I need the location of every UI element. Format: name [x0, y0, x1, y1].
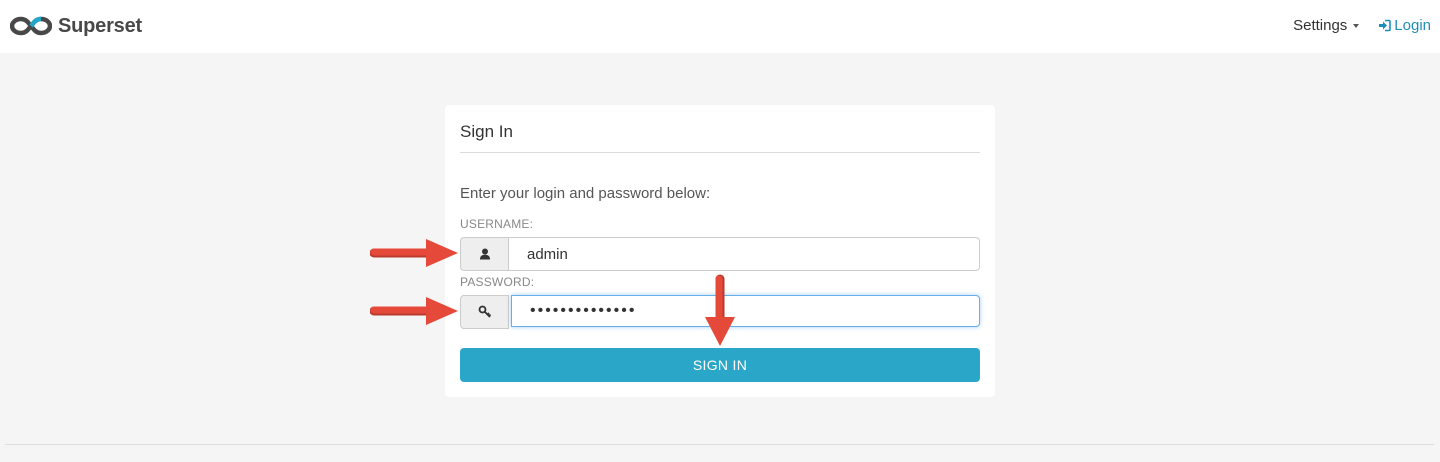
login-label: Login	[1394, 17, 1431, 34]
superset-logo-icon	[10, 16, 52, 36]
settings-menu[interactable]: Settings	[1293, 17, 1360, 34]
password-addon	[460, 295, 509, 329]
brand-name: Superset	[58, 14, 142, 37]
sign-in-button[interactable]: SIGN IN	[460, 348, 980, 382]
username-input-group: admin	[460, 237, 980, 271]
annotation-arrow-sign-in	[705, 274, 735, 346]
sign-in-icon	[1379, 19, 1392, 32]
username-label: USERNAME:	[460, 217, 534, 231]
navbar-right: Settings Login	[1293, 17, 1431, 34]
username-input[interactable]: admin	[509, 237, 980, 271]
login-instructions: Enter your login and password below:	[460, 185, 711, 202]
login-link[interactable]: Login	[1378, 17, 1431, 34]
footer-divider	[5, 444, 1434, 445]
password-label: PASSWORD:	[460, 275, 535, 289]
caret-down-icon	[1353, 23, 1360, 28]
password-input[interactable]: ••••••••••••••	[511, 295, 980, 327]
annotation-arrow-password	[370, 297, 458, 325]
annotation-arrow-username	[370, 239, 458, 267]
brand-logo[interactable]: Superset	[10, 13, 142, 39]
login-panel: Sign In Enter your login and password be…	[445, 105, 995, 397]
top-navbar: Superset Settings Login	[0, 0, 1440, 53]
username-addon	[460, 237, 509, 271]
divider	[460, 152, 980, 153]
panel-title: Sign In	[460, 122, 513, 141]
key-icon	[478, 305, 491, 318]
user-icon	[479, 248, 490, 260]
settings-label: Settings	[1293, 17, 1348, 34]
